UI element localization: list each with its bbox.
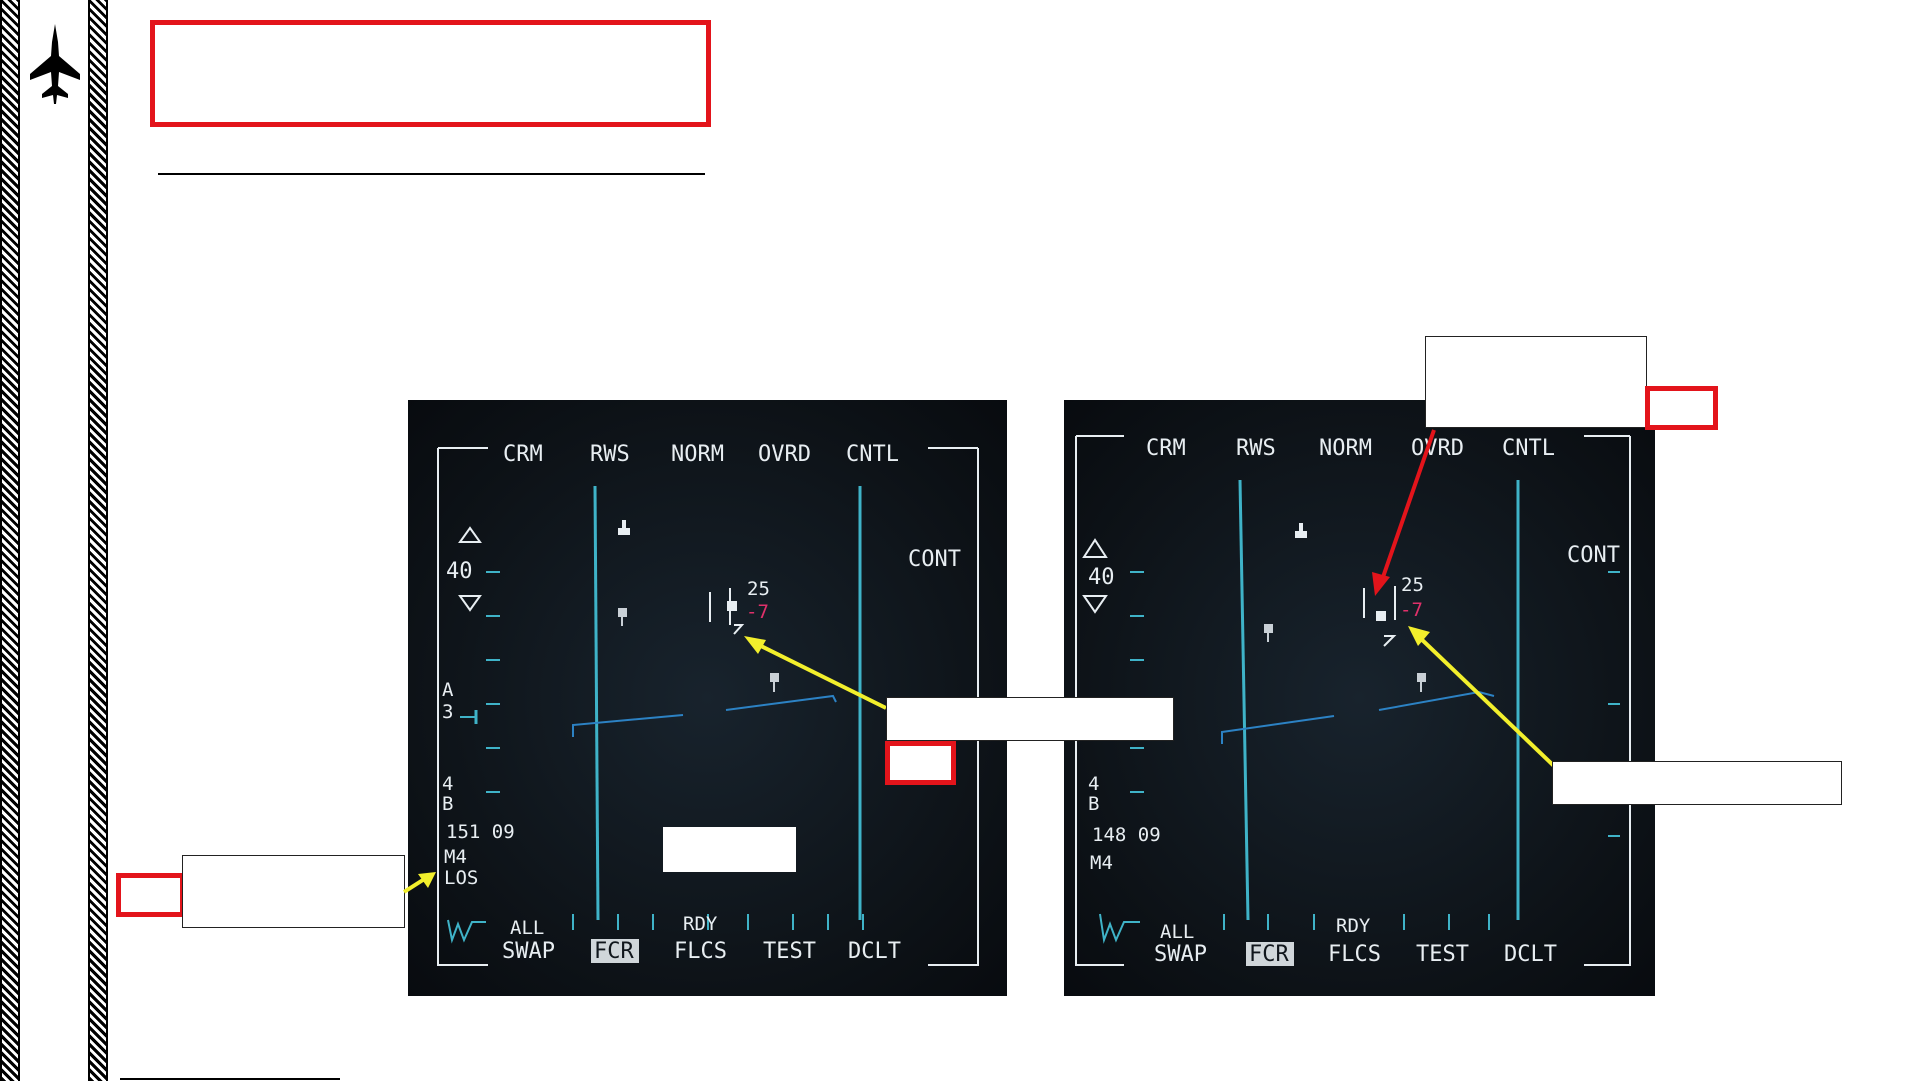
callout-left-mfd-target: [886, 697, 1174, 741]
osb-ovrd[interactable]: OVRD: [1411, 436, 1464, 461]
callout-right-top: [1425, 336, 1647, 428]
rdy-label: RDY: [1336, 915, 1371, 937]
bottom-rule: [120, 1078, 340, 1080]
osb-dclt[interactable]: DCLT: [848, 939, 901, 964]
osb-swap[interactable]: SWAP: [502, 939, 555, 964]
osb-norm[interactable]: NORM: [671, 442, 724, 467]
range-value: 40: [446, 559, 473, 584]
callout-los: [182, 855, 405, 928]
osb-crm[interactable]: CRM: [1146, 436, 1186, 461]
osb-fcr[interactable]: FCR: [1249, 942, 1289, 967]
target-altitude: 25: [747, 578, 770, 600]
red-marker-left-bottom: [116, 873, 185, 917]
title-box: [150, 20, 711, 127]
osb-test[interactable]: TEST: [763, 939, 816, 964]
red-marker-right-top: [1645, 386, 1718, 430]
title-underline: [158, 173, 705, 175]
osb-dclt[interactable]: DCLT: [1504, 942, 1557, 967]
mode-m4: M4: [444, 846, 467, 868]
osb-flcs[interactable]: FLCS: [674, 939, 727, 964]
osb-cont[interactable]: CONT: [908, 547, 961, 572]
osb-flcs[interactable]: FLCS: [1328, 942, 1381, 967]
target-altitude: 25: [1401, 574, 1424, 596]
target-closure: -7: [1400, 599, 1423, 621]
sidebar-hatch-right: [88, 0, 108, 1081]
bullseye-readout: 148 09: [1092, 824, 1161, 846]
bar-value[interactable]: 4: [442, 773, 453, 795]
sidebar-hatch-left: [0, 0, 20, 1081]
callout-center-bottom: [663, 827, 796, 872]
osb-crm[interactable]: CRM: [503, 442, 543, 467]
osb-ovrd[interactable]: OVRD: [758, 442, 811, 467]
los-label: LOS: [444, 867, 478, 889]
az-label[interactable]: A: [442, 679, 454, 701]
red-marker-left-mfd: [885, 741, 956, 785]
bar-value[interactable]: 4: [1088, 773, 1099, 795]
callout-right-mfd-target: [1552, 761, 1842, 805]
osb-rws[interactable]: RWS: [1236, 436, 1276, 461]
all-label[interactable]: ALL: [1160, 921, 1194, 943]
target-closure: -7: [746, 601, 769, 623]
all-label[interactable]: ALL: [510, 917, 544, 939]
bar-label[interactable]: B: [1088, 793, 1099, 815]
osb-cntl[interactable]: CNTL: [846, 442, 899, 467]
az-value[interactable]: 3: [442, 701, 453, 723]
osb-norm[interactable]: NORM: [1319, 436, 1372, 461]
osb-fcr[interactable]: FCR: [594, 939, 634, 964]
osb-cntl[interactable]: CNTL: [1502, 436, 1555, 461]
jet-aircraft-icon: [28, 22, 82, 106]
range-value: 40: [1088, 565, 1115, 590]
osb-swap[interactable]: SWAP: [1154, 942, 1207, 967]
osb-cont[interactable]: CONT: [1567, 543, 1620, 568]
bullseye-readout: 151 09: [446, 821, 515, 843]
mode-m4: M4: [1090, 852, 1113, 874]
osb-test[interactable]: TEST: [1416, 942, 1469, 967]
rdy-label: RDY: [683, 913, 718, 935]
bar-label[interactable]: B: [442, 793, 453, 815]
arrow-los: [400, 868, 440, 896]
osb-rws[interactable]: RWS: [590, 442, 630, 467]
